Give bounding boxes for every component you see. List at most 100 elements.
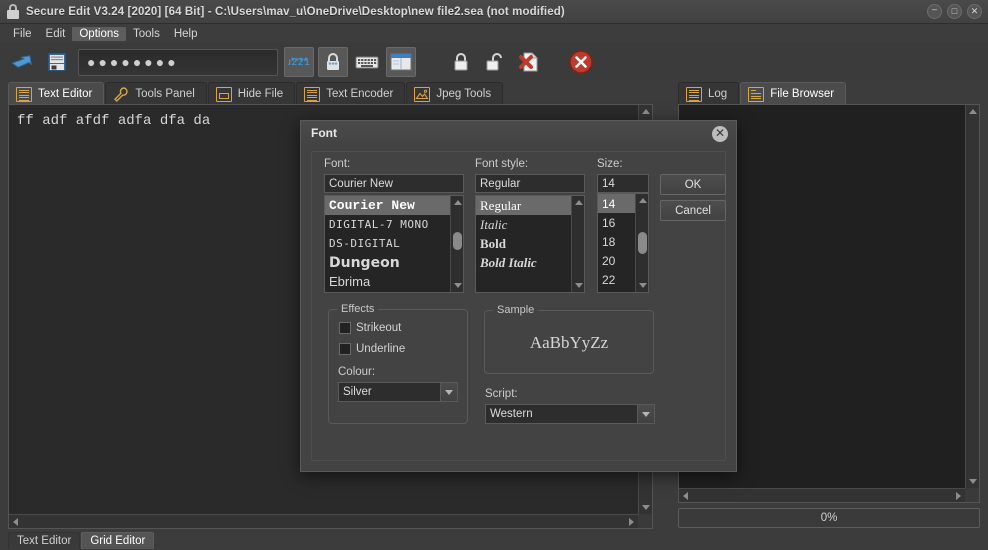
colour-value: Silver (339, 386, 440, 398)
scroll-up-icon[interactable] (642, 109, 650, 114)
scroll-corner (965, 488, 979, 502)
scroll-up-icon[interactable] (575, 200, 583, 205)
password-lock-icon: *** (322, 52, 344, 72)
font-list-item[interactable]: DIGITAL-7 MONO (325, 215, 463, 234)
font-style-list-scrollbar[interactable] (571, 196, 584, 292)
minimize-button[interactable]: – (927, 4, 942, 19)
menu-item-file[interactable]: File (6, 27, 39, 41)
close-button[interactable]: ✕ (967, 4, 982, 19)
font-list-scrollbar[interactable] (450, 196, 463, 292)
tab-jpeg-tools[interactable]: Jpeg Tools (406, 82, 503, 105)
bottom-tab-grid-editor[interactable]: Grid Editor (81, 532, 154, 549)
font-style-input[interactable]: Regular (475, 174, 585, 193)
menu-item-edit[interactable]: Edit (39, 27, 73, 41)
strikeout-checkbox[interactable] (339, 322, 351, 334)
menu-item-tools[interactable]: Tools (126, 27, 167, 41)
password-lock-button[interactable]: *** (318, 47, 348, 77)
script-value: Western (486, 408, 637, 420)
font-list-item[interactable]: DS-DIGITAL (325, 234, 463, 253)
scroll-down-icon[interactable] (639, 283, 647, 288)
font-list-item[interactable]: Dungeon (325, 253, 463, 272)
chevron-down-icon[interactable] (637, 405, 654, 423)
save-file-button[interactable] (42, 47, 72, 77)
scroll-down-icon[interactable] (454, 283, 462, 288)
font-style-list-item[interactable]: Regular (476, 196, 584, 215)
password-input[interactable]: ●●●●●●●● (78, 49, 278, 76)
scroll-left-icon[interactable] (13, 518, 18, 526)
scroll-right-icon[interactable] (956, 492, 961, 500)
script-combobox[interactable]: Western (485, 404, 655, 424)
tab-text-encoder[interactable]: Text Encoder (296, 82, 405, 105)
asterisks-icon: \u2217\u2217\u2217 **** (288, 53, 310, 71)
text-encoder-icon (304, 87, 320, 102)
font-dialog-title-bar: Font (301, 121, 736, 145)
scroll-up-icon[interactable] (639, 198, 647, 203)
scroll-left-icon[interactable] (683, 492, 688, 500)
size-list-scrollbar[interactable] (635, 194, 648, 292)
ok-button[interactable]: OK (660, 174, 726, 195)
panel-layout-icon (389, 52, 413, 72)
bottom-tab-text-editor[interactable]: Text Editor (8, 532, 80, 549)
strikeout-label: Strikeout (356, 322, 401, 334)
tab-label: Jpeg Tools (436, 88, 491, 100)
editor-content[interactable]: ff adf afdf adfa dfa da (17, 113, 210, 129)
scroll-thumb[interactable] (453, 232, 462, 250)
size-input[interactable]: 14 (597, 174, 649, 193)
font-field-label: Font: (324, 158, 350, 170)
underline-checkbox-row[interactable]: Underline (339, 343, 405, 355)
open-file-button[interactable] (8, 47, 38, 77)
scroll-down-icon[interactable] (575, 283, 583, 288)
underline-label: Underline (356, 343, 405, 355)
right-tab-strip: Log File Browser (678, 81, 847, 105)
menu-item-help[interactable]: Help (167, 27, 205, 41)
font-name-input[interactable]: Courier New (324, 174, 464, 193)
maximize-button[interactable]: □ (947, 4, 962, 19)
scroll-down-icon[interactable] (969, 479, 977, 484)
colour-combobox[interactable]: Silver (338, 382, 458, 402)
encrypt-button[interactable] (446, 47, 476, 77)
strikeout-checkbox-row[interactable]: Strikeout (339, 322, 401, 334)
tab-text-editor[interactable]: Text Editor (8, 82, 104, 105)
panel-layout-button[interactable] (386, 47, 416, 77)
menu-item-options[interactable]: Options (72, 27, 126, 41)
application-window: Secure Edit V3.24 [2020] [64 Bit] - C:\U… (0, 0, 988, 550)
font-style-list[interactable]: Regular Italic Bold Bold Italic (475, 195, 585, 293)
scroll-down-icon[interactable] (642, 505, 650, 510)
font-list[interactable]: Courier New DIGITAL-7 MONO DS-DIGITAL Du… (324, 195, 464, 293)
log-horizontal-scrollbar[interactable] (679, 488, 965, 502)
font-dialog-close-icon[interactable]: ✕ (712, 126, 728, 142)
editor-horizontal-scrollbar[interactable] (9, 514, 638, 528)
exit-button[interactable] (566, 47, 596, 77)
svg-text:****: **** (290, 56, 308, 68)
delete-file-button[interactable] (514, 47, 544, 77)
wrench-icon (113, 87, 129, 102)
underline-checkbox[interactable] (339, 343, 351, 355)
exit-red-x-icon (568, 49, 594, 75)
chevron-down-icon[interactable] (440, 383, 457, 401)
show-password-button[interactable]: \u2217\u2217\u2217 **** (284, 47, 314, 77)
cancel-button[interactable]: Cancel (660, 200, 726, 221)
app-lock-icon (5, 4, 21, 20)
font-style-list-item[interactable]: Bold Italic (476, 253, 584, 272)
main-tab-strip: Text Editor Tools Panel Hide File Text E… (8, 81, 504, 105)
scroll-up-icon[interactable] (969, 109, 977, 114)
scroll-thumb[interactable] (638, 232, 647, 254)
lock-closed-icon (450, 51, 472, 73)
tab-hide-file[interactable]: Hide File (208, 82, 295, 105)
font-style-field-label: Font style: (475, 158, 528, 170)
tab-tools-panel[interactable]: Tools Panel (105, 82, 206, 105)
tab-file-browser[interactable]: File Browser (740, 82, 846, 105)
font-list-item[interactable]: Ebrima (325, 272, 463, 291)
font-list-item[interactable]: Courier New (325, 196, 463, 215)
progress-bar: 0% (678, 508, 980, 528)
size-list[interactable]: 14 16 18 20 22 24 26 (597, 193, 649, 293)
scroll-up-icon[interactable] (454, 200, 462, 205)
log-vertical-scrollbar[interactable] (965, 105, 979, 488)
virtual-keyboard-button[interactable] (352, 47, 382, 77)
font-style-list-item[interactable]: Italic (476, 215, 584, 234)
decrypt-button[interactable] (480, 47, 510, 77)
font-style-list-item[interactable]: Bold (476, 234, 584, 253)
tab-log[interactable]: Log (678, 82, 739, 105)
scroll-right-icon[interactable] (629, 518, 634, 526)
menu-bar: File Edit Options Tools Help (0, 24, 988, 43)
